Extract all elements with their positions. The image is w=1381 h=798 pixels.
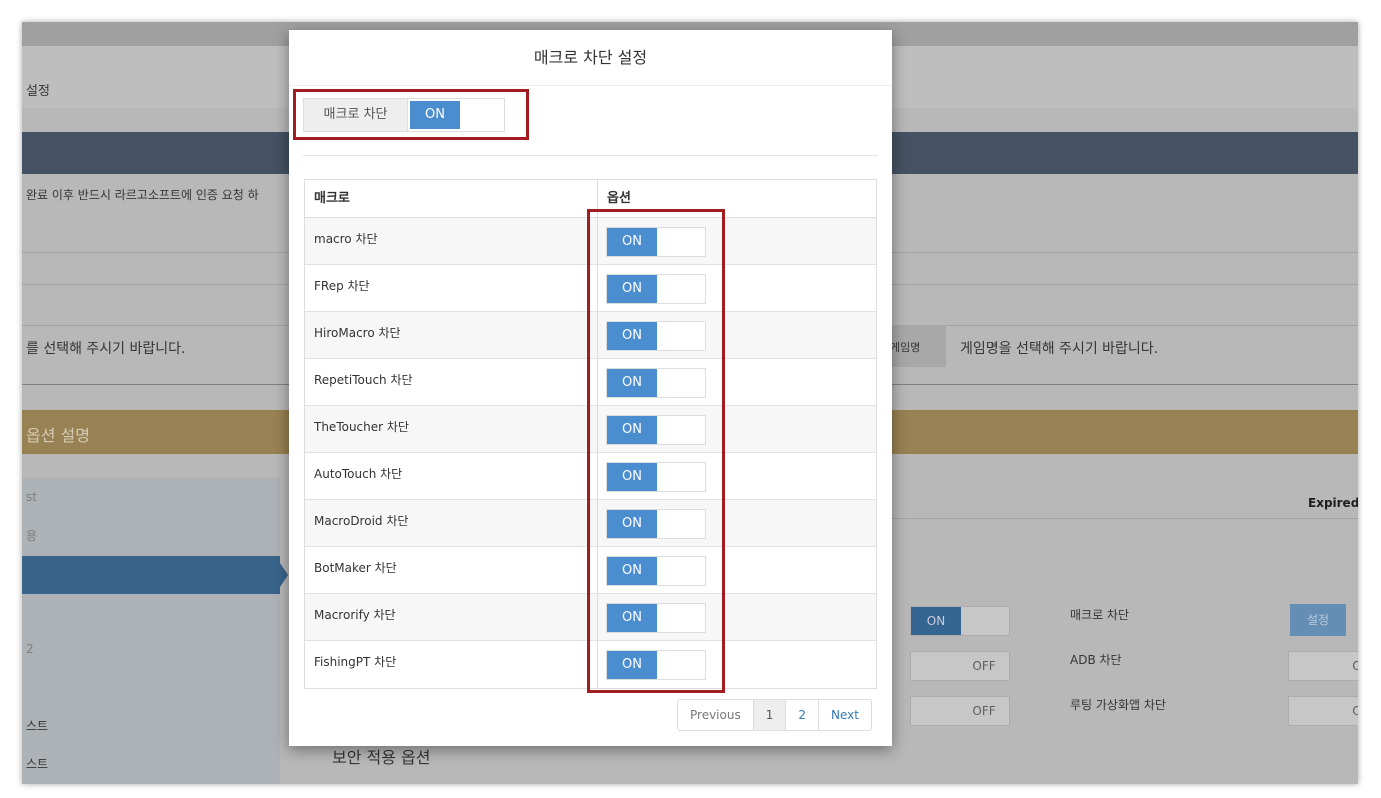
macro-name: RepetiTouch 차단 — [314, 373, 413, 387]
toggle-on[interactable]: ON — [607, 510, 657, 538]
master-toggle-on[interactable]: ON — [410, 101, 460, 129]
pagination-previous[interactable]: Previous — [678, 700, 753, 730]
toggle-on[interactable]: ON — [607, 416, 657, 444]
header-macro: 매크로 — [305, 180, 598, 217]
macro-toggle[interactable]: ON — [606, 415, 706, 445]
macro-toggle[interactable]: ON — [606, 321, 706, 351]
macro-toggle[interactable]: ON — [606, 227, 706, 257]
macro-name: AutoTouch 차단 — [314, 467, 403, 481]
macro-name: FishingPT 차단 — [314, 655, 397, 669]
table-row: macro 차단 ON — [305, 218, 876, 265]
table-row: MacroDroid 차단 ON — [305, 500, 876, 547]
table-row: AutoTouch 차단 ON — [305, 453, 876, 500]
macro-toggle[interactable]: ON — [606, 556, 706, 586]
pagination-page-1[interactable]: 1 — [752, 700, 786, 730]
table-row: HiroMacro 차단 ON — [305, 312, 876, 359]
macro-toggle[interactable]: ON — [606, 274, 706, 304]
pagination: Previous 1 2 Next — [677, 699, 872, 731]
macro-table: 매크로 옵션 macro 차단 ON FRep 차단 ON HiroMacro … — [304, 179, 877, 689]
toggle-on[interactable]: ON — [607, 557, 657, 585]
table-row: FishingPT 차단 ON — [305, 641, 876, 688]
modal-divider — [303, 155, 878, 156]
macro-name: HiroMacro 차단 — [314, 326, 401, 340]
pagination-next[interactable]: Next — [818, 700, 871, 730]
table-row: TheToucher 차단 ON — [305, 406, 876, 453]
macro-toggle[interactable]: ON — [606, 509, 706, 539]
toggle-on[interactable]: ON — [607, 322, 657, 350]
macro-toggle[interactable]: ON — [606, 603, 706, 633]
table-row: FRep 차단 ON — [305, 265, 876, 312]
app-window: 설정 완료 이후 반드시 라르고소프트에 인증 요청 하 를 선택해 주시기 바… — [22, 22, 1358, 784]
table-row: RepetiTouch 차단 ON — [305, 359, 876, 406]
macro-name: TheToucher 차단 — [314, 420, 409, 434]
toggle-on[interactable]: ON — [607, 463, 657, 491]
toggle-on[interactable]: ON — [607, 275, 657, 303]
macro-block-settings-modal: 매크로 차단 설정 매크로 차단 ON 매크로 옵션 macro 차단 ON F… — [289, 30, 892, 746]
toggle-on[interactable]: ON — [607, 651, 657, 679]
toggle-on[interactable]: ON — [607, 369, 657, 397]
macro-toggle[interactable]: ON — [606, 368, 706, 398]
header-option: 옵션 — [607, 191, 631, 206]
macro-toggle[interactable]: ON — [606, 462, 706, 492]
table-row: BotMaker 차단 ON — [305, 547, 876, 594]
toggle-on[interactable]: ON — [607, 228, 657, 256]
table-row: Macrorify 차단 ON — [305, 594, 876, 641]
macro-name: FRep 차단 — [314, 279, 370, 293]
toggle-on[interactable]: ON — [607, 604, 657, 632]
macro-name: MacroDroid 차단 — [314, 514, 409, 528]
macro-name: BotMaker 차단 — [314, 561, 397, 575]
modal-title: 매크로 차단 설정 — [289, 30, 892, 86]
master-toggle-label: 매크로 차단 — [304, 99, 408, 131]
table-header-row: 매크로 옵션 — [305, 180, 876, 218]
master-macro-block-toggle[interactable]: 매크로 차단 ON — [303, 98, 505, 132]
macro-toggle[interactable]: ON — [606, 650, 706, 680]
macro-name: macro 차단 — [314, 232, 378, 246]
pagination-page-2[interactable]: 2 — [785, 700, 818, 730]
macro-name: Macrorify 차단 — [314, 608, 396, 622]
